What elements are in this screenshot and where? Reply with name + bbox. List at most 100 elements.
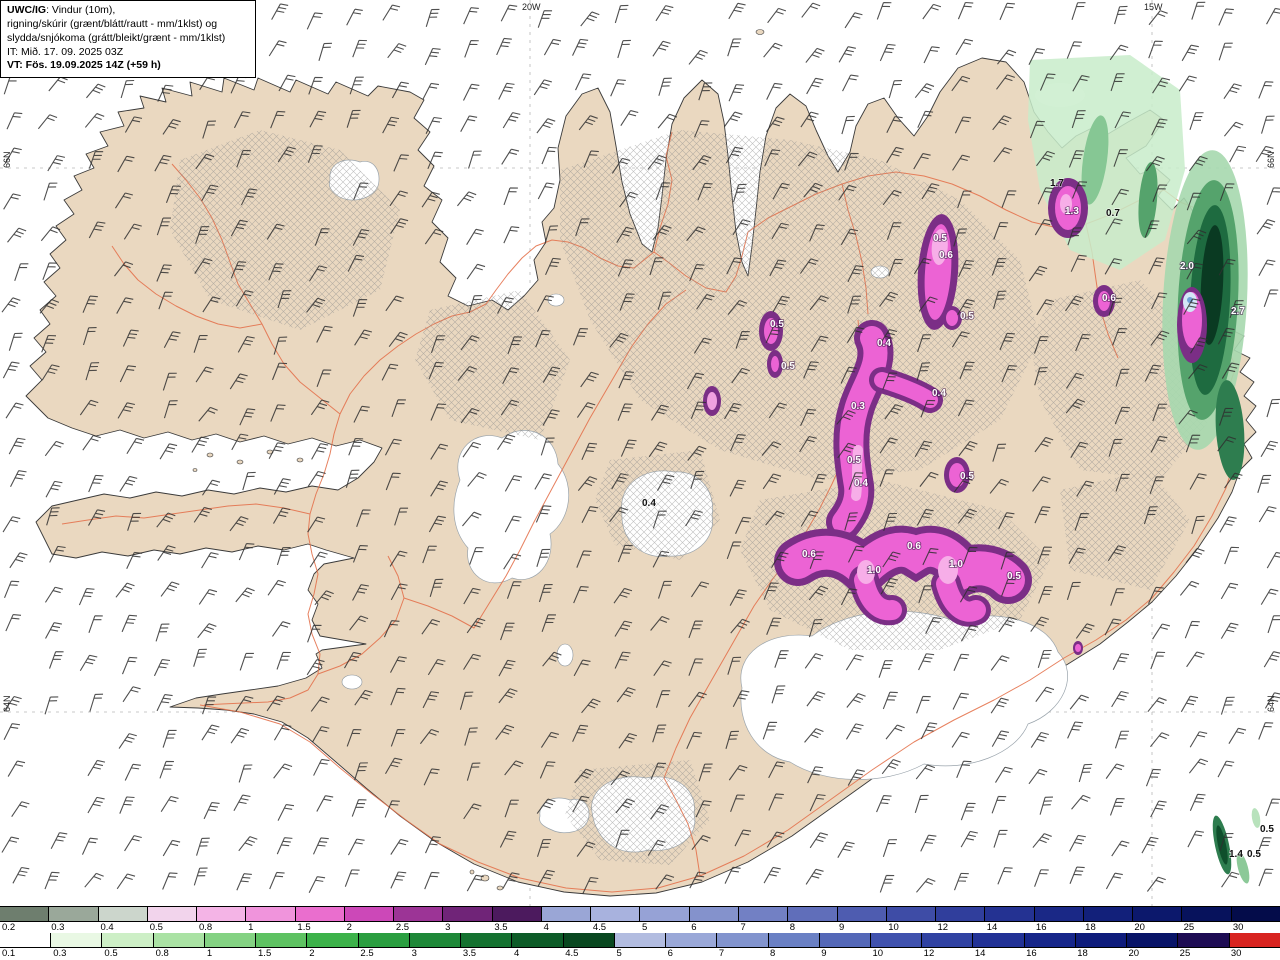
scale-label: 3.5 xyxy=(494,922,508,933)
scale-label: 3 xyxy=(445,922,451,933)
scale-segment xyxy=(870,933,923,947)
scale-segment xyxy=(666,933,718,947)
scale-segment xyxy=(295,907,345,921)
scale-segment xyxy=(358,933,410,947)
scale-segment xyxy=(563,933,615,947)
scale-label: 25 xyxy=(1179,948,1191,959)
scale-segment xyxy=(1229,933,1280,947)
scale-segment xyxy=(1024,933,1076,947)
scale-segment xyxy=(394,907,444,921)
scale-label: 6 xyxy=(691,922,697,933)
precip-value-label: 0.5 xyxy=(847,455,861,466)
precip-value-label: 0.4 xyxy=(932,388,946,399)
scale-label: 7 xyxy=(718,948,725,959)
scale-segment xyxy=(256,933,308,947)
scale-segment xyxy=(443,907,493,921)
scale-segment xyxy=(409,933,462,947)
scale-segment xyxy=(204,933,257,947)
title-line-1: UWC/IG: Vindur (10m), xyxy=(7,4,116,16)
scale-segment xyxy=(49,907,99,921)
precip-value-label: 0.4 xyxy=(854,478,868,489)
precip-value-label: 0.6 xyxy=(802,549,816,560)
map-canvas: 20W 15W 66N 66N 64N 64N 0.5 0.6 0.5 1.7 1.3 0.7 0.6… xyxy=(0,0,1280,906)
scale-label: 1.5 xyxy=(297,922,311,933)
scale-label: 9 xyxy=(821,948,827,959)
precip-value-label: 0.7 xyxy=(1106,208,1120,219)
title-line-3: slydda/snjókoma (grátt/bleikt/grænt - mm… xyxy=(7,31,226,44)
precip-value-label: 0.4 xyxy=(642,498,656,509)
scale-label: 18 xyxy=(1077,948,1088,959)
scale-label: 8 xyxy=(770,948,776,959)
scale-segment xyxy=(492,907,542,921)
scale-label: 2.5 xyxy=(360,948,374,959)
precip-value-label: 0.5 xyxy=(770,319,784,330)
scale-segment xyxy=(153,933,205,947)
precip-value-label: 0.5 xyxy=(960,311,974,322)
precip-value-label: 0.5 xyxy=(781,361,795,372)
rain-scale-bar xyxy=(0,933,1280,948)
precip-value-label: 0.5 xyxy=(933,233,947,244)
scale-segment xyxy=(886,907,937,921)
scale-segment xyxy=(689,907,739,921)
scale-segment xyxy=(0,907,50,921)
scale-label: 12 xyxy=(937,922,949,933)
scale-label: 10 xyxy=(888,922,899,933)
scale-segment xyxy=(614,933,667,947)
grid-label: 66N xyxy=(1266,151,1276,168)
scale-label: 10 xyxy=(872,948,884,959)
precip-value-label: 0.3 xyxy=(851,401,865,412)
scale-label: 0.5 xyxy=(104,948,118,959)
scale-segment xyxy=(0,933,52,947)
scale-label: 4 xyxy=(514,948,520,959)
scale-label: 7 xyxy=(740,922,746,933)
precip-value-label: 0.6 xyxy=(1102,293,1116,304)
precip-value-label: 2.7 xyxy=(1231,306,1245,317)
scale-segment xyxy=(461,933,513,947)
scale-segment xyxy=(541,907,592,921)
scale-label: 6 xyxy=(667,948,673,959)
precip-value-label: 1.3 xyxy=(1065,206,1079,217)
scale-label: 2 xyxy=(309,948,315,959)
scale-segment xyxy=(1083,907,1134,921)
scale-segment xyxy=(197,907,247,921)
scale-segment xyxy=(1231,907,1280,921)
rain-scale-labels: 0.1 0.3 0.5 0.8 1 1.5 2 2.5 3 3.5 4 4.5 5 6 7 8 9 10 12 14 1… xyxy=(0,948,1280,959)
scale-segment xyxy=(1034,907,1084,921)
scale-segment xyxy=(837,907,887,921)
scale-label: 20 xyxy=(1134,922,1145,933)
sleet-snow-scale: 0.2 0.3 0.4 0.5 0.8 1 1.5 2 2.5 3 3.5 4 4.5 5 6 7 8 9 10 12… xyxy=(0,907,1280,933)
scale-label: 1 xyxy=(206,948,213,959)
scale-segment xyxy=(985,907,1035,921)
scale-label: 5 xyxy=(616,948,622,959)
scale-label: 30 xyxy=(1232,922,1244,933)
scale-segment xyxy=(1133,907,1183,921)
sleet-snow-scale-bar xyxy=(0,907,1280,922)
scale-segment xyxy=(344,907,395,921)
scale-label: 2.5 xyxy=(395,922,410,933)
scale-label: 0.2 xyxy=(2,922,16,933)
scale-label: 18 xyxy=(1085,922,1096,933)
precip-value-label: 0.5 xyxy=(960,471,974,482)
weather-map: UWC/IG: Vindur (10m), rigning/skúrir (gr… xyxy=(0,0,1280,906)
scale-segment xyxy=(922,933,974,947)
precip-value-label: 0.5 xyxy=(1007,571,1021,582)
scale-label: 0.5 xyxy=(149,922,163,933)
scale-label: 14 xyxy=(974,948,986,959)
scale-segment xyxy=(936,907,986,921)
scale-segment xyxy=(1182,907,1232,921)
scale-segment xyxy=(307,933,359,947)
precip-value-label: 0.6 xyxy=(907,541,921,552)
legend: 0.2 0.3 0.4 0.5 0.8 1 1.5 2 2.5 3 3.5 4 4.5 5 6 7 8 9 10 12… xyxy=(0,906,1280,960)
scale-label: 0.3 xyxy=(53,948,67,959)
rain-scale: 0.1 0.3 0.5 0.8 1 1.5 2 2.5 3 3.5 4 4.5 5 6 7 8 9 10 12 14 1… xyxy=(0,933,1280,959)
precip-value-label: 1.7 xyxy=(1050,178,1064,189)
scale-label: 0.8 xyxy=(198,922,213,933)
scale-segment xyxy=(98,907,148,921)
scale-label: 8 xyxy=(789,922,796,933)
scale-segment xyxy=(147,907,198,921)
scale-label: 3.5 xyxy=(462,948,477,959)
precip-value-label: 1.0 xyxy=(867,565,881,576)
scale-label: 4 xyxy=(543,922,549,933)
scale-label: 4.5 xyxy=(592,922,607,933)
scale-label: 30 xyxy=(1230,948,1242,959)
